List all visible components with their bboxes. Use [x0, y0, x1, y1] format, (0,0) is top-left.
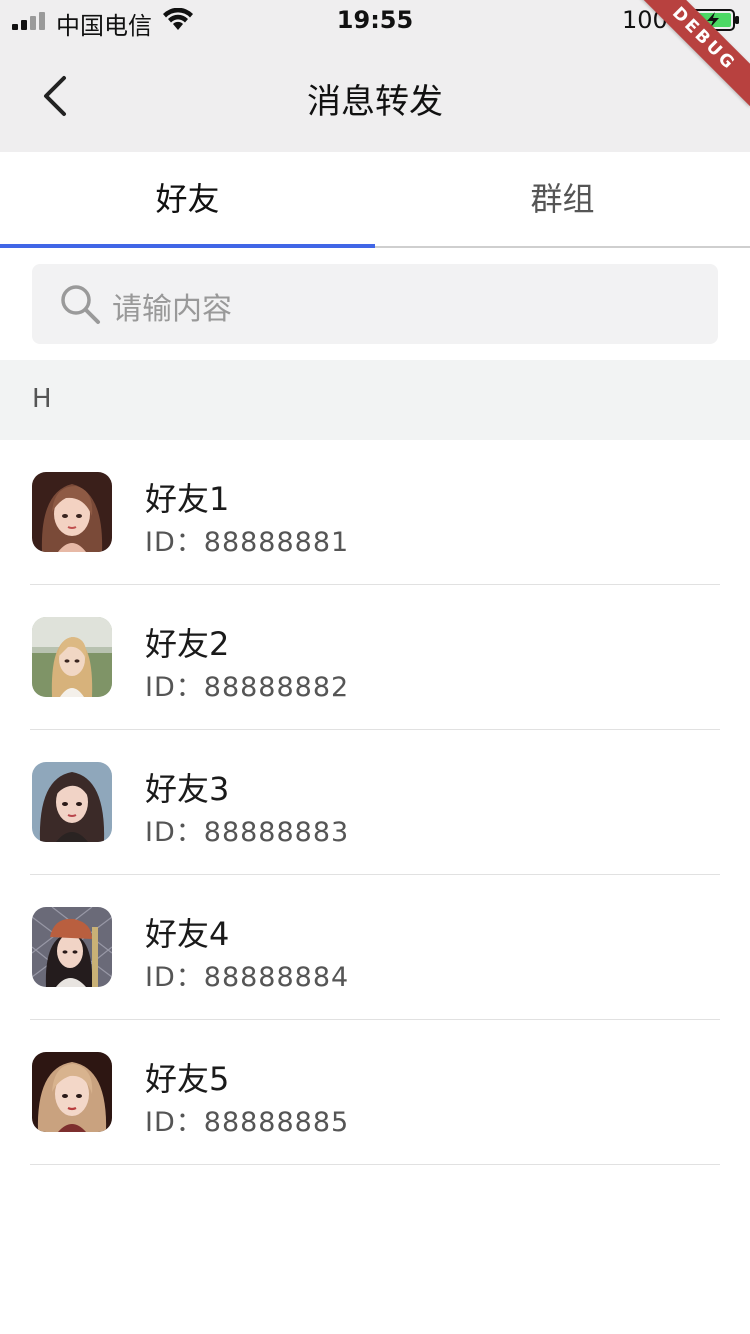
friend-id-value: 88888884 — [203, 962, 350, 993]
friend-list-item[interactable]: 好友2 ID：88888882 — [0, 585, 750, 730]
avatar — [32, 762, 112, 842]
friend-name: 好友1 — [145, 480, 230, 518]
tab-groups[interactable]: 群组 — [375, 152, 750, 246]
tab-bar: 好友 群组 — [0, 152, 750, 248]
friend-id-prefix: ID： — [145, 962, 204, 993]
friend-id-value: 88888882 — [203, 672, 350, 703]
friend-id-prefix: ID： — [145, 1107, 204, 1138]
friend-id: ID：88888885 — [145, 1100, 349, 1139]
friend-id: ID：88888881 — [145, 520, 349, 559]
friend-name: 好友5 — [145, 1060, 230, 1098]
divider — [30, 1164, 720, 1165]
top-bar: 中国电信 19:55 100% 消息转发 — [0, 0, 750, 152]
screen: 中国电信 19:55 100% 消息转发 DEBUG 好友 群组 请输内容 H … — [0, 0, 750, 1334]
section-index-header: H — [0, 360, 750, 440]
section-letter: H — [32, 384, 52, 414]
friend-name: 好友4 — [145, 915, 230, 953]
friend-id-prefix: ID： — [145, 527, 204, 558]
navigation-bar: 消息转发 — [0, 40, 750, 152]
friend-id: ID：88888882 — [145, 665, 349, 704]
battery-charging-icon — [690, 9, 739, 31]
friend-id: ID：88888883 — [145, 810, 349, 849]
tab-friends[interactable]: 好友 — [0, 152, 375, 246]
friend-list: 好友1 ID：88888881 好友2 ID：88888882 好友3 ID：8… — [0, 440, 750, 1165]
friend-id: ID：88888884 — [145, 955, 349, 994]
friend-list-item[interactable]: 好友4 ID：88888884 — [0, 875, 750, 1020]
friend-id-prefix: ID： — [145, 817, 204, 848]
active-tab-indicator — [0, 244, 375, 248]
friend-list-item[interactable]: 好友3 ID：88888883 — [0, 730, 750, 875]
friend-id-value: 88888885 — [203, 1107, 350, 1138]
friend-id-prefix: ID： — [145, 672, 204, 703]
friend-name: 好友2 — [145, 625, 230, 663]
friend-list-item[interactable]: 好友1 ID：88888881 — [0, 440, 750, 585]
avatar — [32, 1052, 112, 1132]
friend-list-item[interactable]: 好友5 ID：88888885 — [0, 1020, 750, 1165]
search-icon — [61, 285, 100, 324]
search-placeholder: 请输内容 — [112, 292, 232, 327]
friend-id-value: 88888881 — [203, 527, 350, 558]
search-input[interactable]: 请输内容 — [32, 264, 718, 344]
avatar — [32, 617, 112, 697]
avatar — [32, 472, 112, 552]
status-bar: 中国电信 19:55 100% — [0, 0, 750, 40]
battery-percent: 100% — [622, 6, 691, 34]
friend-id-value: 88888883 — [203, 817, 350, 848]
friend-name: 好友3 — [145, 770, 230, 808]
page-title: 消息转发 — [307, 82, 443, 122]
avatar — [32, 907, 112, 987]
